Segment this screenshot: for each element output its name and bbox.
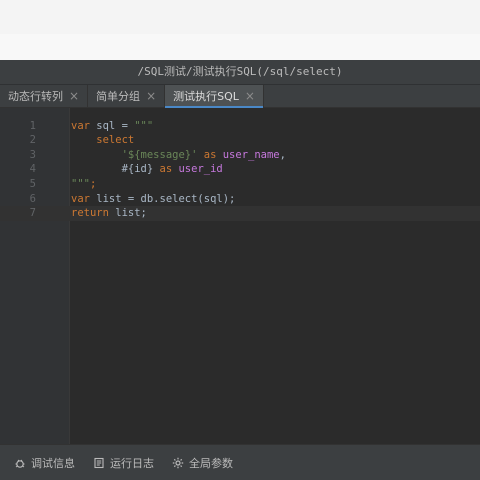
file-path-title: /SQL测试/测试执行SQL(/sql/select) [0, 60, 480, 85]
run-log-label: 运行日志 [110, 456, 154, 470]
global-params-button[interactable]: 全局参数 [172, 455, 233, 471]
code-token: list = db.select(sql); [89, 192, 236, 205]
code-token: user_name [222, 148, 280, 161]
code-token: as [153, 163, 179, 176]
editor-tabs: 动态行转列 × 简单分组 × 测试执行SQL × [0, 85, 480, 108]
code-token: '${message}' [121, 148, 198, 161]
code-token: select [71, 134, 135, 147]
log-icon [93, 457, 105, 469]
run-log-button[interactable]: 运行日志 [93, 455, 154, 471]
code-text: var sql = """ [71, 119, 153, 134]
bug-icon [14, 457, 26, 469]
code-token: ; [89, 178, 97, 190]
code-text: select [71, 133, 134, 148]
code-editor[interactable]: 1 var sql = """ 2 select 3 '${message}' as … [0, 108, 480, 444]
code-line[interactable]: 3 '${message}' as user_name, [0, 148, 480, 163]
bottom-toolbar: 调试信息 运行日志 全局参数 [0, 444, 480, 480]
line-number: 2 [29, 134, 36, 147]
tab-simple-group[interactable]: 简单分组 × [88, 85, 166, 107]
code-line[interactable]: 4 #{id} as user_id [0, 162, 480, 177]
tab-label: 动态行转列 [8, 90, 63, 103]
code-token: user_id [178, 163, 223, 176]
code-text: return list; [71, 206, 147, 221]
code-line[interactable]: 6 var list = db.select(sql); [0, 192, 480, 207]
code-token: """ [71, 178, 90, 190]
code-token: #{id} [71, 163, 154, 176]
line-number: 6 [29, 192, 36, 205]
code-token: as [197, 148, 223, 161]
code-text: """; [71, 177, 96, 192]
line-number: 5 [29, 178, 36, 190]
tab-test-execute-sql[interactable]: 测试执行SQL × [165, 85, 264, 108]
line-number: 4 [29, 163, 36, 176]
tab-label: 测试执行SQL [173, 90, 239, 103]
line-number: 7 [29, 207, 36, 220]
browser-top-area [0, 0, 480, 34]
code-token: """ [134, 119, 154, 132]
close-icon[interactable]: × [146, 90, 156, 102]
code-text: var list = db.select(sql); [71, 192, 235, 207]
code-token: var [71, 119, 90, 132]
code-token: sql = [89, 119, 135, 132]
global-params-label: 全局参数 [189, 456, 233, 470]
code-line[interactable]: 5 """; [0, 177, 480, 192]
close-icon[interactable]: × [69, 90, 79, 102]
code-line[interactable]: 7 return list; [0, 206, 480, 221]
debug-info-button[interactable]: 调试信息 [14, 455, 75, 471]
browser-address-strip [0, 34, 480, 61]
close-icon[interactable]: × [245, 90, 255, 102]
code-token: return [71, 207, 109, 220]
code-line[interactable]: 2 select [0, 133, 480, 148]
code-line[interactable]: 1 var sql = """ [0, 119, 480, 134]
code-token: var [71, 192, 90, 205]
line-number: 1 [29, 119, 36, 132]
tab-dynamic-row-to-column[interactable]: 动态行转列 × [0, 85, 89, 107]
debug-info-label: 调试信息 [31, 456, 75, 470]
code-text: #{id} as user_id [71, 162, 223, 177]
code-token: , [279, 148, 286, 161]
tab-label: 简单分组 [96, 90, 141, 103]
line-number: 3 [29, 148, 36, 161]
code-token: list; [108, 207, 147, 220]
gear-icon [172, 457, 184, 469]
code-text: '${message}' as user_name, [71, 148, 286, 163]
ide-window: /SQL测试/测试执行SQL(/sql/select) 动态行转列 × 简单分组… [0, 60, 480, 480]
